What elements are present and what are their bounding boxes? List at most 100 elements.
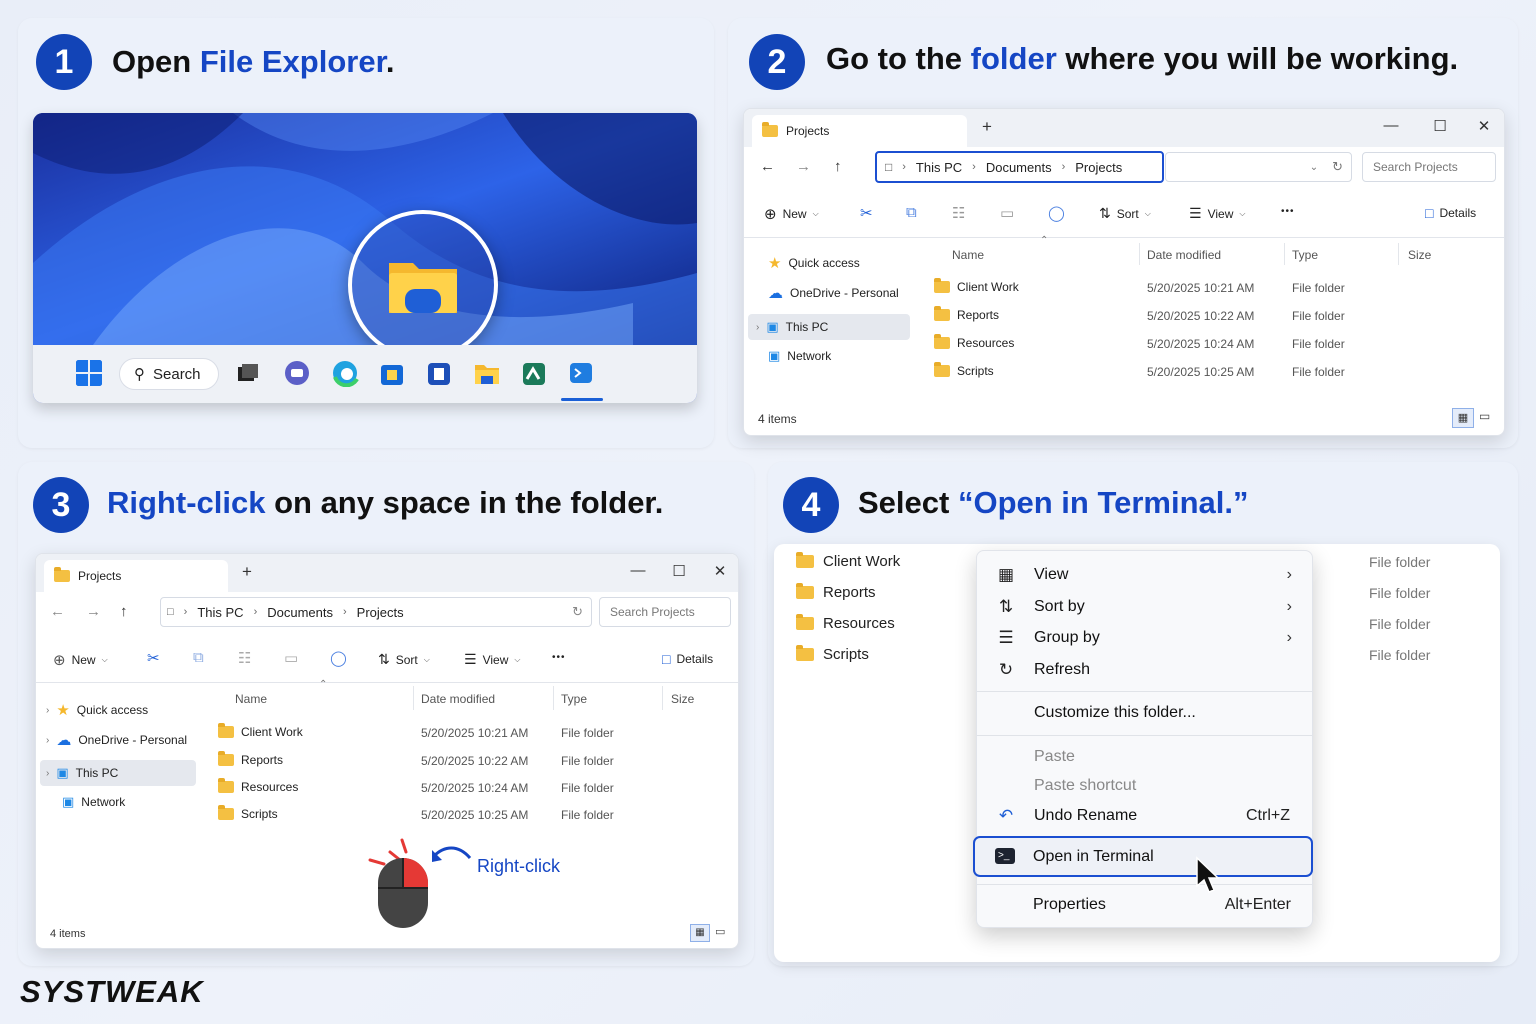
column-divider[interactable]: [1398, 243, 1399, 265]
close-icon[interactable]: ✕: [709, 562, 731, 580]
explorer-tab[interactable]: Projects: [752, 115, 967, 147]
details-view-icon[interactable]: ▦: [1452, 408, 1474, 428]
breadcrumb-documents[interactable]: Documents: [267, 605, 333, 620]
table-row[interactable]: Scripts: [218, 805, 278, 821]
minimize-icon[interactable]: —: [1380, 117, 1402, 134]
tiles-view-icon[interactable]: ▭: [1479, 409, 1490, 423]
app-icon[interactable]: [425, 359, 453, 387]
column-header-date[interactable]: Date modified: [421, 692, 495, 706]
copy-button[interactable]: ⧉: [193, 649, 204, 666]
nav-network[interactable]: ▣ Network: [768, 343, 831, 369]
breadcrumb-projects[interactable]: Projects: [1075, 160, 1122, 175]
column-header-type[interactable]: Type: [1292, 248, 1318, 262]
file-explorer-taskbar-icon[interactable]: [473, 359, 501, 387]
minimize-icon[interactable]: —: [627, 562, 649, 579]
column-divider[interactable]: [413, 686, 414, 710]
cut-button[interactable]: ✂: [860, 204, 873, 222]
table-row[interactable]: Resources: [218, 778, 298, 794]
more-options-button[interactable]: •••: [1281, 206, 1295, 217]
details-button[interactable]: □ Details: [662, 651, 713, 667]
column-divider[interactable]: [1284, 243, 1285, 265]
column-header-name[interactable]: Name: [952, 248, 984, 262]
table-row[interactable]: Client Work: [934, 278, 1019, 294]
menu-item-paste-shortcut[interactable]: Paste shortcut: [977, 771, 1312, 801]
teams-chat-icon[interactable]: [283, 359, 311, 387]
column-divider[interactable]: [553, 686, 554, 710]
details-button[interactable]: □ Details: [1425, 205, 1476, 221]
edge-browser-icon[interactable]: [331, 359, 359, 387]
nav-network[interactable]: ▣ Network: [62, 789, 125, 815]
breadcrumb-this-pc[interactable]: This PC: [197, 605, 243, 620]
close-icon[interactable]: ✕: [1473, 117, 1495, 135]
list-item[interactable]: Client Work: [796, 552, 900, 570]
nav-onedrive[interactable]: ☁ OneDrive - Personal: [768, 280, 899, 306]
menu-item-refresh[interactable]: ↻ Refresh: [977, 655, 1312, 685]
details-view-icon[interactable]: ▦: [690, 924, 710, 942]
column-header-name[interactable]: Name: [235, 692, 267, 706]
nav-quick-access[interactable]: ★ Quick access: [768, 250, 860, 276]
new-tab-icon[interactable]: +: [236, 562, 258, 582]
table-row[interactable]: Reports: [934, 306, 999, 322]
table-row[interactable]: Client Work: [218, 723, 303, 739]
column-header-type[interactable]: Type: [561, 692, 587, 706]
menu-item-undo-rename[interactable]: ↶ Undo Rename Ctrl+Z: [977, 801, 1312, 831]
list-item[interactable]: Reports: [796, 583, 876, 601]
breadcrumb-this-pc[interactable]: This PC: [916, 160, 962, 175]
menu-item-open-in-terminal[interactable]: >_ Open in Terminal: [973, 836, 1313, 877]
cut-button[interactable]: ✂: [147, 649, 160, 667]
share-button[interactable]: ◯: [1048, 204, 1065, 222]
new-button[interactable]: ⊕ New ⌵: [764, 205, 819, 223]
explorer-tab[interactable]: Projects: [44, 560, 228, 592]
menu-item-properties[interactable]: Properties Alt+Enter: [976, 890, 1313, 920]
table-row[interactable]: Reports: [218, 751, 283, 767]
nav-onedrive[interactable]: › ☁ OneDrive - Personal: [46, 727, 187, 753]
refresh-icon[interactable]: ↻: [572, 604, 583, 620]
list-item[interactable]: Scripts: [796, 645, 869, 663]
nav-this-pc[interactable]: › ▣ This PC: [40, 760, 196, 786]
list-item[interactable]: Resources: [796, 614, 895, 632]
start-windows-icon[interactable]: [75, 359, 103, 387]
search-input[interactable]: Search Projects: [599, 597, 731, 627]
new-button[interactable]: ⊕ New ⌵: [53, 651, 108, 669]
up-arrow-icon[interactable]: ↑: [834, 158, 842, 175]
breadcrumb-projects[interactable]: Projects: [357, 605, 404, 620]
tiles-view-icon[interactable]: ▭: [715, 925, 725, 938]
sort-button[interactable]: ⇅ Sort ⌵: [1099, 205, 1151, 222]
back-arrow-icon[interactable]: ←: [50, 603, 65, 620]
column-divider[interactable]: [662, 686, 663, 710]
back-arrow-icon[interactable]: ←: [760, 158, 775, 175]
nav-quick-access[interactable]: › ★ Quick access: [46, 697, 148, 723]
taskbar-search[interactable]: ⚲ Search: [119, 358, 219, 390]
explorer-window-step3[interactable]: Projects + — ☐ ✕ ← → ↑ □ › This PC › Doc…: [35, 553, 739, 949]
rename-button[interactable]: ▭: [284, 649, 298, 667]
task-view-icon[interactable]: [234, 359, 262, 387]
menu-item-customize-folder[interactable]: Customize this folder...: [977, 698, 1312, 728]
menu-item-paste[interactable]: Paste: [977, 742, 1312, 772]
maximize-icon[interactable]: ☐: [668, 562, 690, 580]
column-header-size[interactable]: Size: [1408, 248, 1431, 262]
rename-button[interactable]: ▭: [1000, 204, 1014, 222]
breadcrumb-documents[interactable]: Documents: [986, 160, 1052, 175]
new-tab-icon[interactable]: +: [976, 117, 998, 137]
nav-this-pc[interactable]: › ▣ This PC: [748, 314, 910, 340]
menu-item-view[interactable]: ▦ View ›: [977, 560, 1312, 590]
chevron-down-icon[interactable]: ⌄: [1310, 162, 1318, 173]
menu-item-group-by[interactable]: ☰ Group by ›: [977, 623, 1312, 653]
refresh-icon[interactable]: ↻: [1332, 159, 1343, 175]
menu-item-sort-by[interactable]: ⇅ Sort by ›: [977, 592, 1312, 622]
share-button[interactable]: ◯: [330, 649, 347, 667]
more-options-button[interactable]: •••: [552, 652, 566, 663]
column-divider[interactable]: [1139, 243, 1140, 265]
address-bar-highlighted[interactable]: □ › This PC › Documents › Projects: [875, 151, 1164, 183]
forward-arrow-icon[interactable]: →: [86, 603, 101, 620]
terminal-app-icon[interactable]: [567, 359, 595, 387]
forward-arrow-icon[interactable]: →: [796, 158, 811, 175]
address-bar-tail[interactable]: ⌄ ↻: [1165, 152, 1352, 182]
pinned-app-icon[interactable]: [520, 359, 548, 387]
paste-button[interactable]: ☷: [238, 649, 251, 667]
maximize-icon[interactable]: ☐: [1429, 117, 1451, 135]
table-row[interactable]: Resources: [934, 334, 1014, 350]
copy-button[interactable]: ⧉: [906, 204, 917, 221]
column-header-date[interactable]: Date modified: [1147, 248, 1221, 262]
up-arrow-icon[interactable]: ↑: [120, 603, 128, 620]
